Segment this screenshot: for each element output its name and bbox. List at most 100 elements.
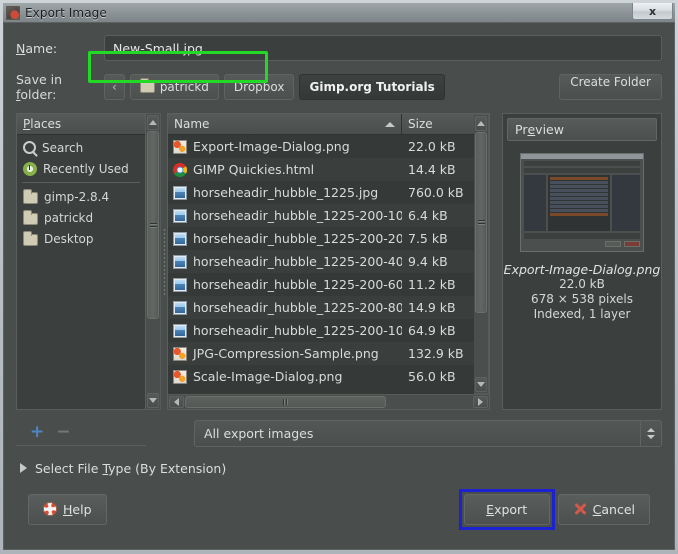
scroll-thumb[interactable] [185, 396, 386, 408]
file-list-top: Name Size Export-Image-Dialog.png 22.0 kB… [168, 114, 489, 394]
file-name-label: Export-Image-Dialog.png [193, 139, 350, 154]
lifering-icon [43, 502, 57, 516]
chevron-up-icon [477, 121, 485, 126]
table-row[interactable]: horseheadir_hubble_1225-200-10.jpg 6.4 kB [168, 204, 474, 227]
path-back-button[interactable]: ‹ [104, 74, 125, 100]
file-size-cell: 132.9 kB [408, 346, 464, 361]
preview-color-mode: Indexed, 1 layer [533, 307, 631, 321]
cancel-label: Cancel [592, 501, 635, 517]
file-name-cell: horseheadir_hubble_1225-200-60.jpg [168, 277, 402, 292]
file-filter-combobox[interactable]: All export images [194, 419, 662, 447]
chevron-down-icon [149, 398, 157, 403]
export-button-wrapper: Export [458, 488, 555, 530]
scroll-down-button[interactable] [147, 393, 159, 408]
scroll-track[interactable] [147, 131, 159, 392]
file-list-horizontal-scrollbar[interactable] [168, 394, 489, 409]
preview-thumbnail [520, 153, 644, 252]
place-item-patrickd[interactable]: patrickd [17, 207, 145, 228]
table-row[interactable]: Export-Image-Dialog.png 22.0 kB [168, 135, 474, 158]
place-item-gimp-284[interactable]: gimp-2.8.4 [17, 186, 145, 207]
scroll-thumb[interactable] [475, 132, 487, 313]
file-name-cell: horseheadir_hubble_1225-200-100.jpg [168, 323, 402, 338]
file-size-cell: 11.2 kB [408, 277, 456, 292]
preview-body: Export-Image-Dialog.png 22.0 kB 678 × 53… [504, 141, 660, 405]
file-name-cell: GIMP Quickies.html [168, 162, 402, 177]
image-icon [173, 254, 187, 269]
cancel-button[interactable]: Cancel [557, 493, 650, 525]
grip-icon [477, 218, 485, 226]
scroll-track[interactable] [185, 396, 472, 408]
place-item-desktop[interactable]: Desktop [17, 228, 145, 249]
name-input-wrapper[interactable] [104, 35, 662, 61]
file-name-label: GIMP Quickies.html [193, 162, 315, 177]
export-button[interactable]: Export [463, 493, 550, 525]
file-size-cell: 56.0 kB [408, 369, 456, 384]
save-in-folder-label: Save in folder: [16, 72, 63, 102]
places-vertical-scrollbar[interactable] [146, 113, 161, 410]
place-item-search[interactable]: Search [17, 137, 145, 158]
file-size-cell: 14.9 kB [408, 300, 456, 315]
folder-icon [23, 188, 38, 204]
image-icon [173, 277, 187, 292]
place-item-recently-used[interactable]: Recently Used [17, 158, 145, 179]
table-row[interactable]: horseheadir_hubble_1225-200-100.jpg 64.9 … [168, 319, 474, 342]
breadcrumb-label: Gimp.org Tutorials [309, 80, 435, 94]
place-label: patrickd [44, 210, 94, 225]
file-name-cell: JPG-Compression-Sample.png [168, 346, 402, 361]
scroll-track[interactable] [475, 132, 487, 376]
scroll-down-button[interactable] [475, 377, 487, 392]
scroll-up-button[interactable] [475, 116, 487, 131]
file-size-cell: 9.4 kB [408, 254, 448, 269]
preview-file-size: 22.0 kB [559, 277, 605, 291]
scroll-right-button[interactable] [473, 396, 488, 408]
column-header-size[interactable]: Size [402, 114, 474, 134]
table-row[interactable]: JPG-Compression-Sample.png 132.9 kB [168, 342, 474, 365]
file-chooser-panes: Places Search Recently Used gimp-2.8.4 p… [16, 113, 662, 410]
table-row[interactable]: horseheadir_hubble_1225-200-20.jpg 7.5 kB [168, 227, 474, 250]
table-row[interactable]: GIMP Quickies.html 14.4 kB [168, 158, 474, 181]
window-titlebar: Export Image x [3, 3, 675, 22]
table-row[interactable]: horseheadir_hubble_1225-200-60.jpg 11.2 k… [168, 273, 474, 296]
breadcrumb-patrickd[interactable]: patrickd [129, 74, 219, 100]
create-folder-button[interactable]: Create Folder [559, 74, 662, 100]
filename-input[interactable] [105, 40, 661, 56]
splitter-grip-icon [162, 227, 166, 296]
add-bookmark-button[interactable]: + [30, 424, 44, 441]
breadcrumb-dropbox[interactable]: Dropbox [223, 74, 295, 100]
place-label: Desktop [44, 231, 94, 246]
grip-icon [283, 399, 288, 405]
breadcrumb-gimp-org-tutorials[interactable]: Gimp.org Tutorials [299, 74, 445, 100]
file-list-column: Name Size Export-Image-Dialog.png 22.0 kB… [168, 114, 474, 394]
table-row[interactable]: horseheadir_hubble_1225-200-40.jpg 9.4 kB [168, 250, 474, 273]
chevron-down-icon [477, 382, 485, 387]
help-button[interactable]: Help [28, 493, 107, 525]
file-list-vertical-scrollbar[interactable] [474, 114, 489, 394]
name-row: Name: [16, 33, 662, 63]
places-pane: Places Search Recently Used gimp-2.8.4 p… [16, 113, 146, 410]
places-list: Search Recently Used gimp-2.8.4 patrickd [17, 135, 145, 409]
preview-pane: Pr e view Export-Image-Dialog.png 22.0 k… [502, 113, 662, 410]
scroll-up-button[interactable] [147, 115, 159, 130]
image-icon [173, 300, 187, 315]
close-button[interactable]: x [632, 3, 673, 20]
preview-file-name: Export-Image-Dialog.png [503, 262, 661, 277]
scroll-thumb[interactable] [147, 131, 159, 319]
select-file-type-expander[interactable]: Select File Type (By Extension) [16, 454, 662, 482]
table-row[interactable]: horseheadir_hubble_1225.jpg 760.0 kB [168, 181, 474, 204]
image-icon [173, 323, 187, 338]
scroll-left-button[interactable] [169, 396, 184, 408]
table-row[interactable]: Scale-Image-Dialog.png 56.0 kB [168, 365, 474, 388]
preview-header: Pr e view [507, 118, 657, 141]
file-size-cell: 760.0 kB [408, 185, 464, 200]
chevron-right-icon [478, 398, 483, 406]
gimp-image-icon [173, 369, 187, 384]
file-name-label: horseheadir_hubble_1225-200-80.jpg [193, 300, 402, 315]
chevron-left-icon [174, 398, 179, 406]
image-icon [173, 231, 187, 246]
table-row[interactable]: horseheadir_hubble_1225-200-80.jpg 14.9 k… [168, 296, 474, 319]
column-header-name[interactable]: Name [168, 114, 402, 134]
place-label: Recently Used [43, 161, 129, 176]
folder-icon [23, 230, 38, 246]
select-file-type-label: Select File Type (By Extension) [35, 460, 227, 476]
file-name-label: horseheadir_hubble_1225-200-20.jpg [193, 231, 402, 246]
